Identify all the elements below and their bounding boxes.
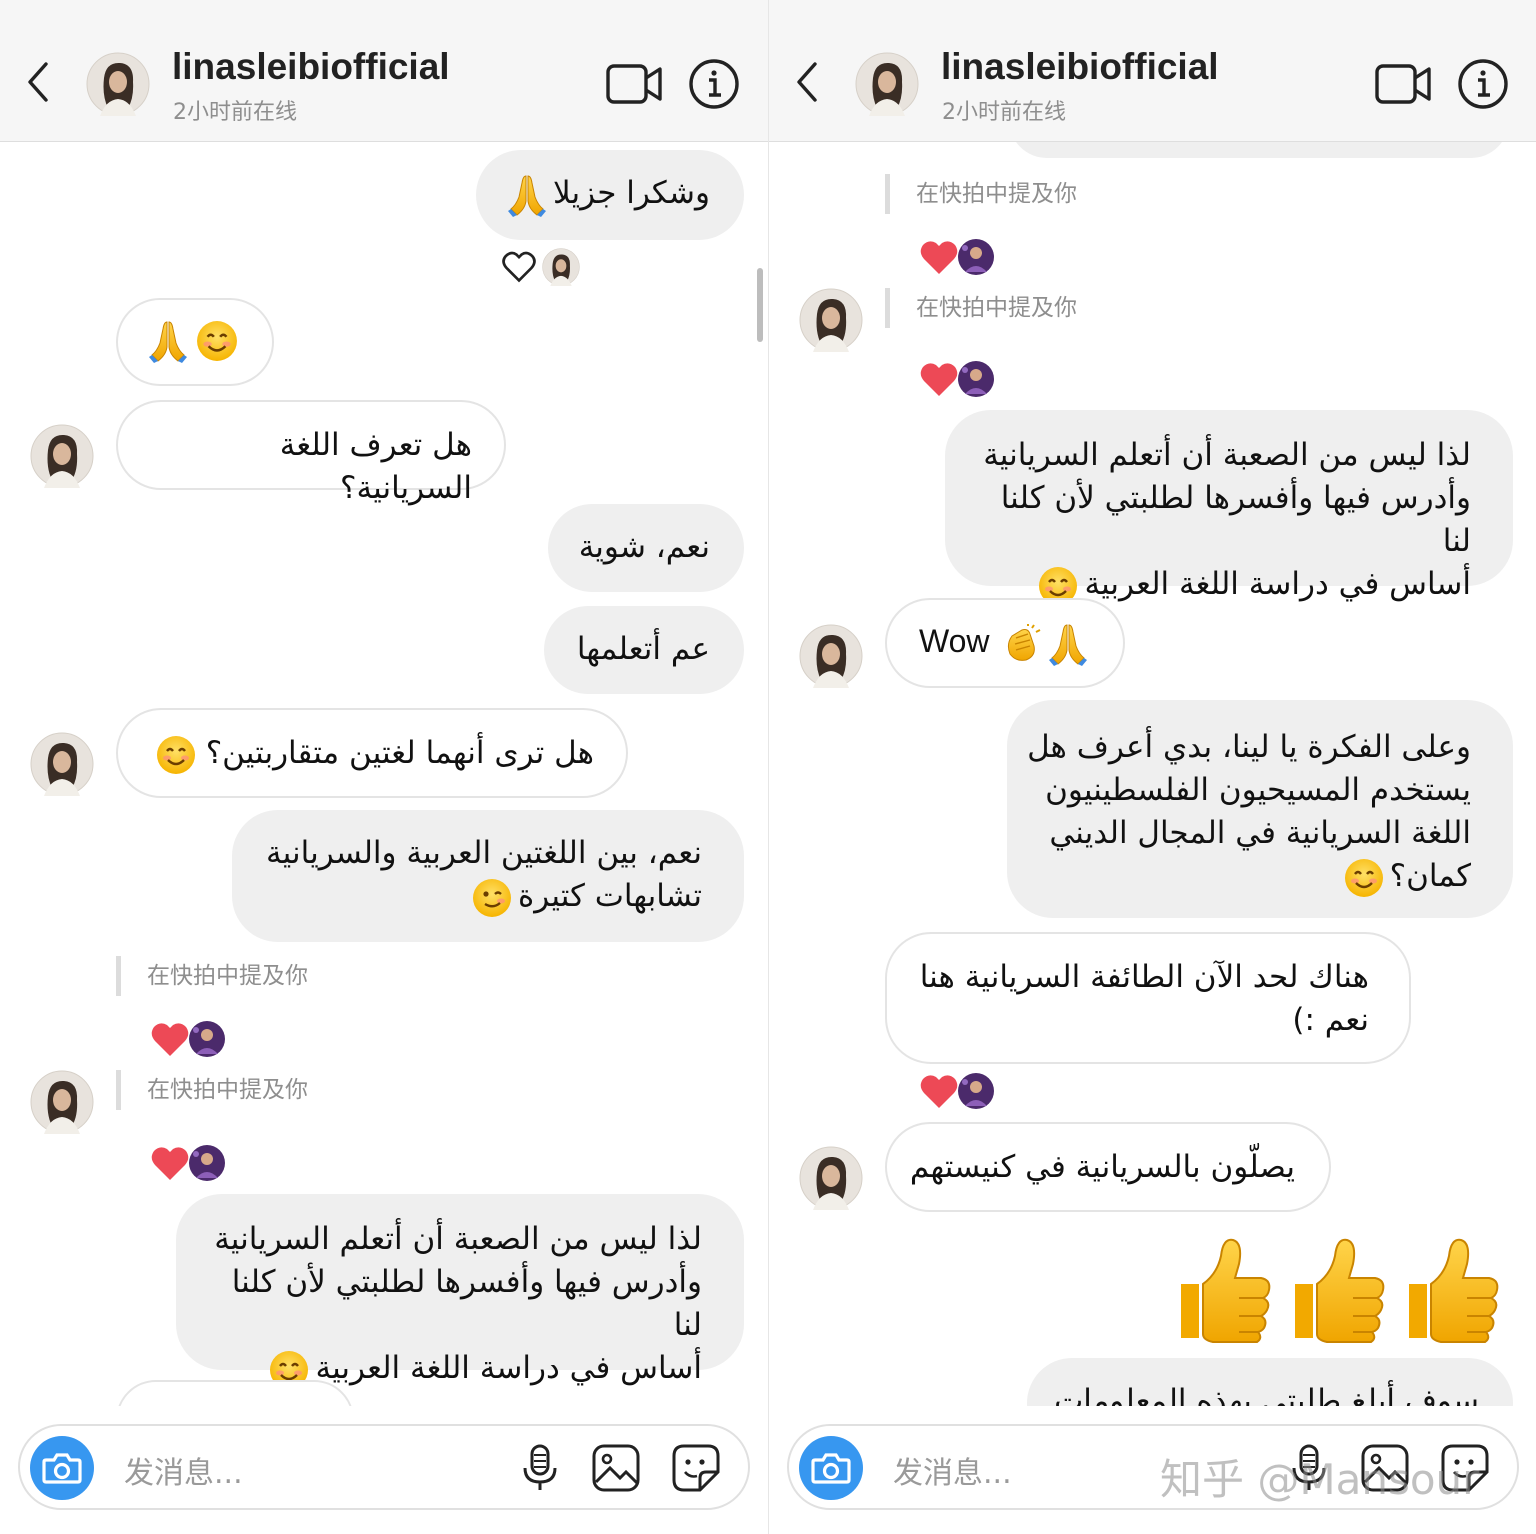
message-bubble-sent[interactable]: عم أتعلمها	[544, 606, 744, 694]
message-bubble-received[interactable]: هناك لحد الآن الطائفة السريانية هنا نعم …	[885, 932, 1411, 1064]
story-reaction[interactable]	[919, 360, 999, 400]
reactor-avatar	[957, 360, 995, 398]
heart-icon	[919, 238, 959, 276]
sticker-icon[interactable]	[670, 1442, 722, 1494]
story-reaction[interactable]	[150, 1020, 230, 1060]
video-camera-icon[interactable]	[604, 60, 664, 108]
gallery-icon[interactable]	[590, 1442, 642, 1494]
thumbs-up-emoji-icon	[1287, 1234, 1387, 1344]
story-mention-label[interactable]: 在快拍中提及你	[885, 174, 1077, 214]
heart-outline-icon[interactable]	[500, 250, 538, 284]
reactor-avatar	[957, 1072, 995, 1110]
message-bubble-received[interactable]	[116, 1380, 354, 1406]
heart-icon	[150, 1144, 190, 1182]
video-camera-icon[interactable]	[1373, 60, 1433, 108]
online-status: 2小时前在线	[942, 100, 1066, 125]
chat-header: linasleibiofficial 2小时前在线	[769, 0, 1536, 142]
sender-avatar[interactable]	[30, 424, 94, 488]
chat-panel-left: linasleibiofficial 2小时前在线 وشكرا جزيلا هل…	[0, 0, 768, 1534]
online-status: 2小时前在线	[173, 100, 297, 125]
emoji-message[interactable]	[1173, 1234, 1513, 1344]
sender-avatar[interactable]	[30, 1070, 94, 1134]
sender-avatar[interactable]	[799, 1146, 863, 1210]
message-bubble-sent[interactable]: سوف أبلغ طلبتي بهذه المعلومات	[1027, 1358, 1513, 1406]
thumbs-up-emoji-icon	[1401, 1234, 1501, 1344]
scrollbar[interactable]	[757, 268, 763, 342]
story-mention-label[interactable]: 在快拍中提及你	[885, 288, 1077, 328]
camera-button[interactable]	[799, 1436, 863, 1500]
heart-icon	[919, 1072, 959, 1110]
story-mention-label[interactable]: 在快拍中提及你	[116, 956, 308, 996]
camera-button[interactable]	[30, 1436, 94, 1500]
reactor-avatar	[957, 238, 995, 276]
message-reaction[interactable]	[919, 1072, 999, 1112]
message-input-placeholder[interactable]: 发消息...	[124, 1448, 243, 1492]
chat-panel-right: linasleibiofficial 2小时前在线 在快拍中提及你 在快拍中提及…	[768, 0, 1536, 1534]
message-bubble-sent[interactable]	[1009, 142, 1509, 158]
pray-emoji-icon	[507, 173, 547, 217]
chat-header: linasleibiofficial 2小时前在线	[0, 0, 768, 142]
username[interactable]: linasleibiofficial	[941, 46, 1219, 88]
watermark: 知乎 @Mansour	[1160, 1455, 1480, 1504]
message-bubble-sent[interactable]: وشكرا جزيلا	[476, 150, 744, 240]
smile-emoji-icon	[156, 735, 196, 775]
message-bubble-received[interactable]	[116, 298, 274, 386]
story-mention-label[interactable]: 在快拍中提及你	[116, 1070, 308, 1110]
camera-icon	[811, 1453, 851, 1484]
heart-icon	[150, 1020, 190, 1058]
camera-icon	[42, 1453, 82, 1484]
username[interactable]: linasleibiofficial	[172, 46, 450, 88]
thumbs-up-emoji-icon	[1173, 1234, 1273, 1344]
pray-emoji-icon	[1048, 622, 1088, 666]
story-reaction[interactable]	[150, 1144, 230, 1184]
message-bubble-received[interactable]: هل ترى أنهما لغتين متقاربتين؟	[116, 708, 628, 798]
microphone-icon[interactable]	[514, 1442, 566, 1494]
sender-avatar[interactable]	[799, 624, 863, 688]
back-arrow-icon[interactable]	[24, 60, 52, 104]
story-reaction[interactable]	[919, 238, 999, 278]
reactor-avatar	[188, 1020, 226, 1058]
heart-icon	[919, 360, 959, 398]
clap-emoji-icon	[1002, 624, 1042, 664]
message-bubble-sent[interactable]: لذا ليس من الصعبة أن أتعلم السريانية وأد…	[945, 410, 1513, 586]
message-list[interactable]: وشكرا جزيلا هل تعرف اللغة السريانية؟ نعم…	[0, 142, 768, 1406]
reactor-avatar	[542, 248, 580, 286]
sender-avatar[interactable]	[799, 288, 863, 352]
message-bubble-received[interactable]: Wow	[885, 598, 1125, 688]
smile-emoji-icon	[1344, 858, 1384, 898]
message-bubble-sent[interactable]: لذا ليس من الصعبة أن أتعلم السريانية وأد…	[176, 1194, 744, 1370]
sender-avatar[interactable]	[30, 732, 94, 796]
reactor-avatar	[188, 1144, 226, 1182]
back-arrow-icon[interactable]	[793, 60, 821, 104]
message-bubble-received[interactable]: هل تعرف اللغة السريانية؟	[116, 400, 506, 506]
info-icon[interactable]	[688, 58, 740, 110]
wink-emoji-icon	[472, 878, 512, 918]
avatar[interactable]	[855, 52, 919, 116]
message-input-placeholder[interactable]: 发消息...	[893, 1448, 1012, 1492]
message-bubble-received[interactable]: يصلّون بالسريانية في كنيستهم	[885, 1122, 1331, 1212]
pray-emoji-icon	[148, 319, 188, 363]
message-composer[interactable]: 发消息...	[18, 1424, 750, 1510]
message-bubble-sent[interactable]: نعم، بين اللغتين العربية والسريانية تشاب…	[232, 810, 744, 942]
avatar[interactable]	[86, 52, 150, 116]
smile-emoji-icon	[196, 320, 238, 362]
info-icon[interactable]	[1457, 58, 1509, 110]
message-bubble-sent[interactable]: وعلى الفكرة يا لينا، بدي أعرف هل يستخدم …	[1007, 700, 1513, 918]
message-bubble-sent[interactable]: نعم، شوية	[548, 504, 744, 592]
message-list[interactable]: 在快拍中提及你 在快拍中提及你 لذا ليس من الصعبة أن أتع…	[769, 142, 1536, 1406]
